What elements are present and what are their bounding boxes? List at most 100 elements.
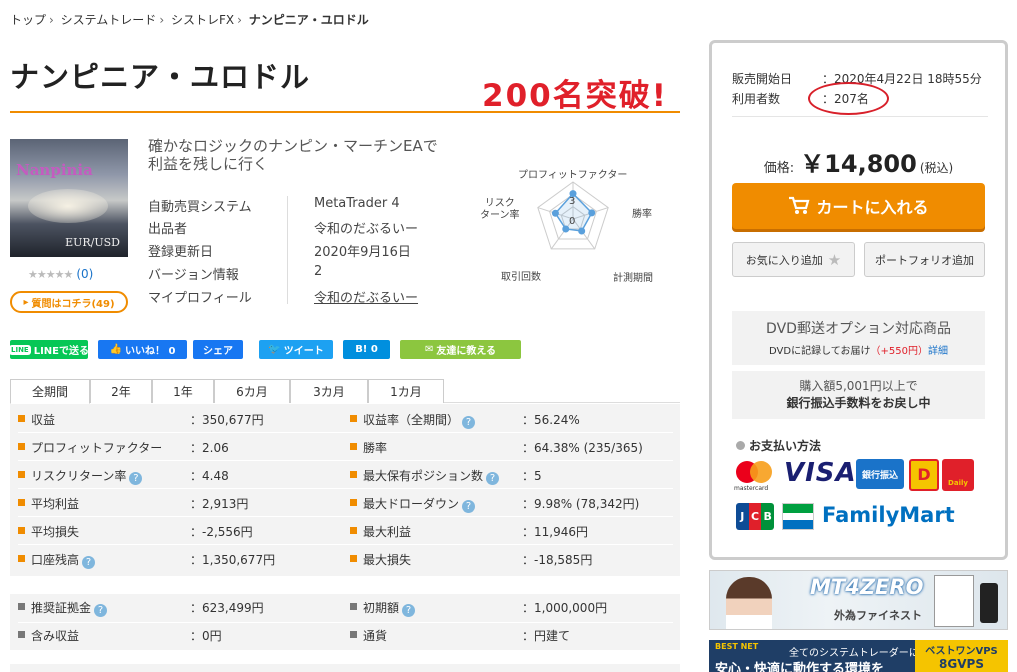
mt4zero-banner[interactable]: MT4ZERO 外為ファイネスト bbox=[709, 570, 1008, 630]
jcb-icon: J C B bbox=[736, 503, 774, 530]
ad2-vps-bottom: 8GVPS bbox=[939, 657, 984, 671]
hatena-bookmark-button[interactable]: B! 0 bbox=[343, 340, 390, 359]
question-button[interactable]: ▸ 質問はコチラ(49) bbox=[10, 291, 128, 313]
facebook-like-button[interactable]: 👍 いいね！ 0 bbox=[98, 340, 187, 359]
add-portfolio-button[interactable]: ポートフォリオ追加 bbox=[864, 242, 985, 277]
bullet-icon bbox=[736, 441, 745, 450]
product-thumbnail[interactable]: Nanpinia EUR/USD bbox=[10, 139, 128, 257]
breadcrumb-systemtrade[interactable]: システムトレード bbox=[61, 13, 157, 27]
info-label: 出品者 bbox=[148, 222, 188, 237]
help-icon[interactable]: ? bbox=[462, 416, 476, 429]
facebook-share-button[interactable]: シェア bbox=[193, 340, 243, 359]
favorite-label: お気に入り追加 bbox=[745, 253, 823, 267]
stats-panel: 収益 ：350,677円 収益率（全期間）? ：56.24% プロフィットファクター… bbox=[10, 404, 680, 576]
payment-heading-label: お支払い方法 bbox=[749, 439, 822, 453]
radar-chart: プロフィットファクター 勝率 計測期間 取引回数 リスク ターン率 3 0 bbox=[470, 160, 670, 285]
radar-point bbox=[551, 209, 559, 217]
tab-all[interactable]: 全期間 bbox=[10, 379, 90, 404]
stat-label: 最大利益 bbox=[363, 525, 412, 539]
tab-1m[interactable]: 1カ月 bbox=[368, 379, 444, 403]
thumbs-up-icon: 👍 bbox=[109, 344, 122, 355]
stat-value: ：0円 bbox=[190, 629, 222, 643]
breadcrumb-top[interactable]: トップ bbox=[10, 13, 46, 27]
help-icon[interactable]: ? bbox=[129, 472, 143, 485]
stat-value: ：-2,556円 bbox=[190, 525, 253, 539]
add-to-cart-button[interactable]: カートに入れる bbox=[732, 183, 985, 229]
thumbnail-title: Nanpinia bbox=[16, 161, 93, 179]
help-icon[interactable]: ? bbox=[82, 556, 96, 569]
stat-label: 平均損失 bbox=[31, 525, 80, 539]
help-icon[interactable]: ? bbox=[462, 500, 476, 513]
breadcrumb-fx[interactable]: シストレFX bbox=[171, 13, 234, 27]
tab-2y[interactable]: 2年 bbox=[90, 379, 152, 403]
stat-max-drawdown: 最大ドローダウン? ：9.98% (78,342円) bbox=[350, 490, 670, 517]
stat-value: ：2.06 bbox=[190, 441, 229, 455]
dvd-title: DVD郵送オプション対応商品 bbox=[766, 321, 951, 337]
radar-label-trades: 取引回数 bbox=[501, 272, 541, 283]
help-icon[interactable]: ? bbox=[94, 604, 108, 617]
tab-label: 全期間 bbox=[31, 385, 68, 399]
info-value: 2020年9月16日 bbox=[314, 245, 411, 260]
radar-scale-min: 0 bbox=[569, 216, 576, 227]
rating: ★★★★★ (0) bbox=[28, 267, 93, 281]
stat-max-profit: 最大利益 ：11,946円 bbox=[350, 518, 670, 545]
ad-phone-image bbox=[980, 583, 998, 623]
dvd-price: （+550円） bbox=[870, 346, 928, 357]
tab-3m[interactable]: 3カ月 bbox=[290, 379, 368, 403]
stat-label: 通貨 bbox=[363, 629, 388, 643]
stat-risk-return: リスクリターン率? ：4.48 bbox=[18, 462, 338, 489]
dvd-detail-link[interactable]: 詳細 bbox=[928, 346, 948, 357]
stat-value: ：1,000,000円 bbox=[522, 601, 608, 615]
line-icon: LINE bbox=[9, 344, 31, 355]
line-share-button[interactable]: LINE LINEで送る bbox=[9, 340, 90, 359]
tab-1y[interactable]: 1年 bbox=[152, 379, 214, 403]
help-icon[interactable]: ? bbox=[486, 472, 500, 485]
info-row: バージョン情報 2 bbox=[148, 264, 428, 286]
stat-label: 収益 bbox=[31, 413, 56, 427]
tab-6m[interactable]: 6カ月 bbox=[214, 379, 290, 403]
mail-icon: ✉ bbox=[424, 344, 434, 355]
stat-avg-loss: 平均損失 ：-2,556円 bbox=[18, 518, 338, 545]
stat-return-rate: 収益率（全期間）? ：56.24% bbox=[350, 406, 670, 433]
margin-panel: 推奨証拠金? ：623,499円 初期額? ：1,000,000円 含み収益 ：0円 … bbox=[10, 594, 680, 650]
cart-button-label: カートに入れる bbox=[816, 198, 929, 217]
ad2-text: 全てのシステムトレーダーに bbox=[789, 648, 919, 659]
familymart-logo-icon bbox=[782, 503, 814, 530]
info-value: 2 bbox=[314, 264, 323, 279]
line-share-label: LINEで送る bbox=[33, 346, 90, 357]
tab-label: 1カ月 bbox=[390, 385, 422, 399]
bank-refund-box: 購入額5,001円以上で 銀行振込手数料をお戻し中 bbox=[732, 371, 985, 419]
info-row: 自動売買システム MetaTrader 4 bbox=[148, 196, 428, 218]
stat-max-positions: 最大保有ポジション数? ：5 bbox=[350, 462, 670, 489]
sidebar-divider bbox=[732, 116, 988, 117]
ad1-title: MT4ZERO bbox=[810, 575, 924, 599]
stat-max-loss: 最大損失 ：-18,585円 bbox=[350, 546, 670, 573]
help-icon[interactable]: ? bbox=[402, 604, 416, 617]
radar-label-period: 計測期間 bbox=[613, 273, 653, 284]
info-label: 自動売買システム bbox=[148, 200, 252, 215]
daily-icon: Daily bbox=[942, 459, 974, 491]
add-favorite-button[interactable]: お気に入り追加 ★ bbox=[732, 242, 855, 277]
breadcrumb-current: ナンピニア・ユロドル bbox=[248, 13, 369, 27]
tweet-button[interactable]: 🐦 ツイート bbox=[259, 340, 333, 359]
rating-count[interactable]: (0) bbox=[76, 267, 93, 281]
bullet-square-icon bbox=[18, 499, 25, 506]
info-label: 登録更新日 bbox=[148, 245, 214, 260]
stat-label: 最大保有ポジション数 bbox=[363, 469, 484, 483]
stat-value: ：円建て bbox=[522, 629, 571, 643]
bullet-square-icon bbox=[350, 471, 357, 478]
tell-friend-button[interactable]: ✉ 友達に教える bbox=[400, 340, 521, 359]
share-label: シェア bbox=[203, 346, 233, 357]
hatena-label: B! 0 bbox=[355, 344, 378, 355]
stat-currency: 通貨 ：円建て bbox=[350, 622, 670, 649]
stat-avg-profit: 平均利益 ：2,913円 bbox=[18, 490, 338, 517]
portfolio-label: ポートフォリオ追加 bbox=[875, 253, 974, 267]
twitter-bird-icon: 🐦 bbox=[268, 344, 281, 355]
bank-transfer-icon: 銀行振込 bbox=[856, 459, 904, 489]
bullet-square-icon bbox=[350, 443, 357, 450]
bullet-square-icon bbox=[350, 415, 357, 422]
stat-label: リスクリターン率 bbox=[31, 469, 127, 483]
profile-link[interactable]: 令和のだぶるいー bbox=[314, 287, 418, 306]
info-value: MetaTrader 4 bbox=[314, 196, 400, 211]
bestone-vps-banner[interactable]: BEST NET 全てのシステムトレーダーに 安心・快適に動作する環境を ベスト… bbox=[709, 640, 1008, 672]
